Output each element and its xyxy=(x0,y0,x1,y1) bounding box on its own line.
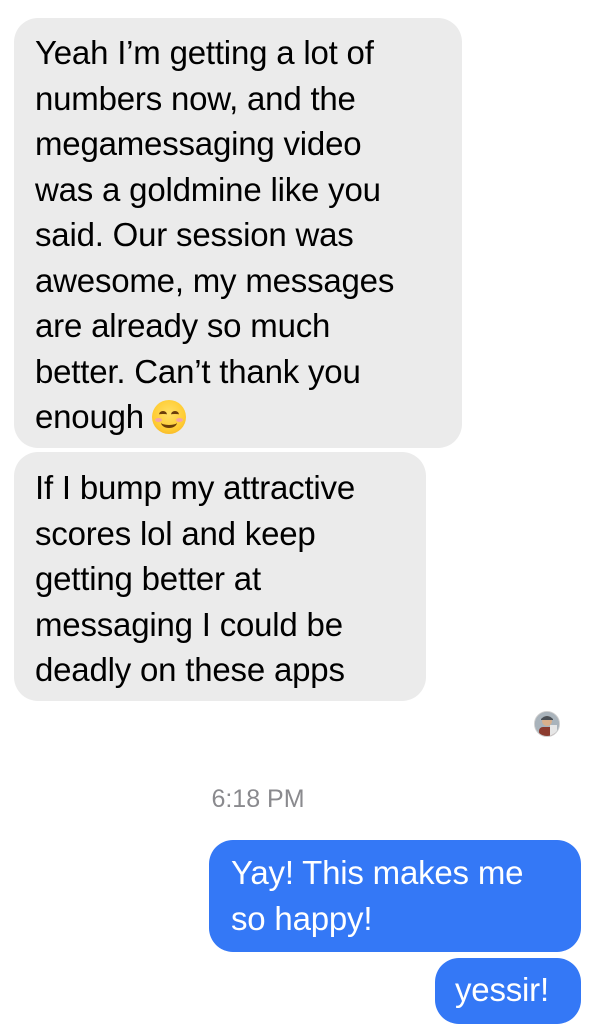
message-text-line: said. Our session was xyxy=(35,216,354,253)
avatar-photo-icon xyxy=(535,712,559,736)
message-text-line: Yay! This makes me xyxy=(231,854,524,891)
message-text-line: numbers now, and the xyxy=(35,79,356,117)
message-text-line: getting better at xyxy=(35,560,261,597)
message-text-fragment: enough xyxy=(35,398,144,435)
outgoing-message-bubble[interactable]: yessir! xyxy=(435,958,581,1024)
message-text-line: scores lol and keep xyxy=(35,514,316,552)
message-text-line-last: enough xyxy=(35,394,442,440)
message-timestamp: 6:18 PM xyxy=(211,785,305,813)
message-text-line: so happy! xyxy=(231,899,373,937)
message-text-line: awesome, my messages xyxy=(35,261,395,299)
outgoing-message-bubble[interactable]: Yay! This makes me so happy! xyxy=(209,840,581,952)
smiling-face-emoji-icon xyxy=(151,400,186,434)
message-text-line: Yeah I’m getting a lot of xyxy=(35,34,374,71)
message-text-line: deadly on these apps xyxy=(35,651,345,688)
message-text-line: messaging I could be xyxy=(35,605,343,643)
incoming-message-bubble[interactable]: Yeah I’m getting a lot of numbers now, a… xyxy=(14,18,462,448)
message-text-line: was a goldmine like you xyxy=(35,170,381,208)
message-text-line: megamessaging video xyxy=(35,125,362,162)
contact-avatar[interactable] xyxy=(534,711,560,737)
message-text-line: If I bump my attractive xyxy=(35,469,356,506)
incoming-message-bubble[interactable]: If I bump my attractive scores lol and k… xyxy=(14,452,426,701)
message-text-line: better. Can’t thank you xyxy=(35,352,361,390)
message-text-line: yessir! xyxy=(455,971,549,1008)
message-text-line: are already so much xyxy=(35,307,331,344)
